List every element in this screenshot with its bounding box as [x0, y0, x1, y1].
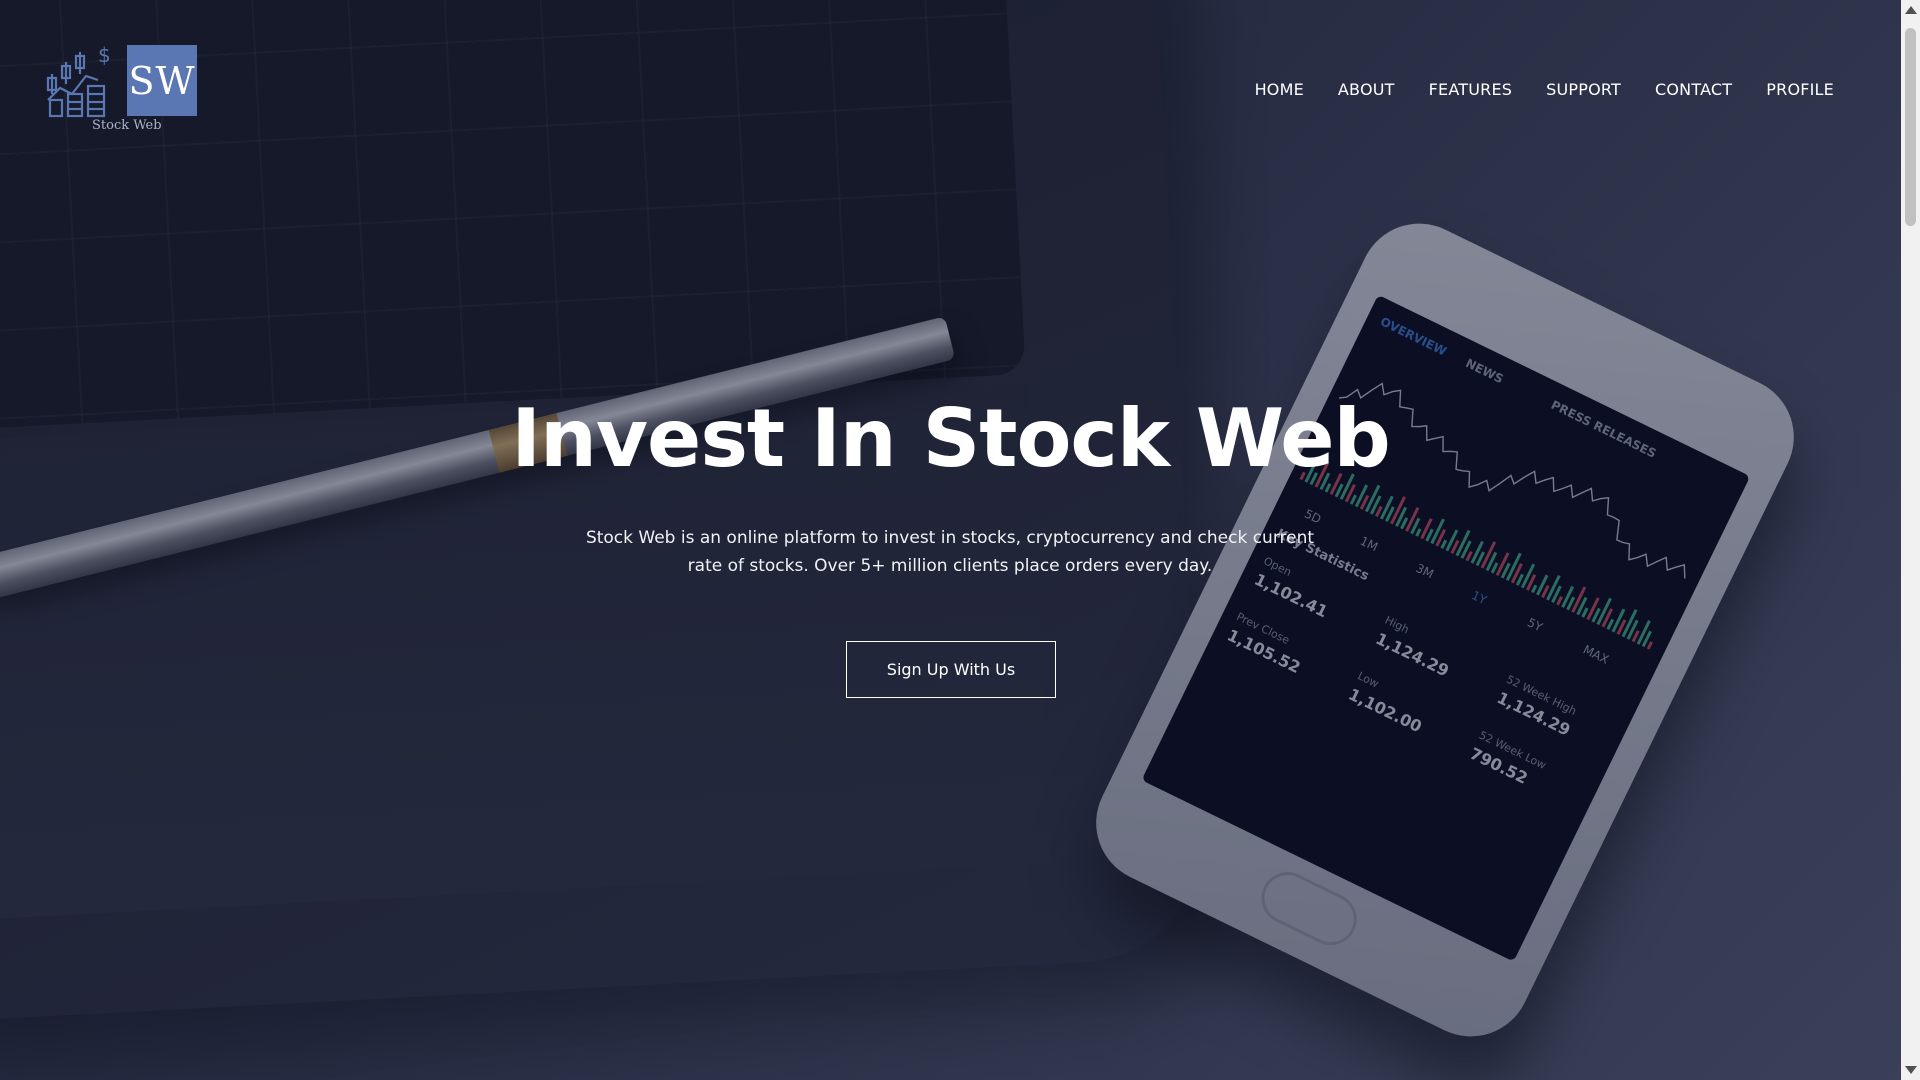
scroll-thumb[interactable] [1905, 28, 1916, 226]
scroll-up-arrow-icon[interactable] [1905, 6, 1917, 14]
hero-background: OVERVIEW NEWS PRESS RELEASES 5D 1M 3M 1Y 5Y MAX K… [0, 0, 1901, 1080]
stock-chart-icon: $ [46, 43, 111, 118]
nav-contact[interactable]: CONTACT [1655, 80, 1732, 99]
nav-about[interactable]: ABOUT [1338, 80, 1395, 99]
hero-description: Stock Web is an online platform to inves… [585, 528, 1315, 576]
nav-home[interactable]: HOME [1255, 80, 1304, 99]
nav-support[interactable]: SUPPORT [1546, 80, 1621, 99]
main-nav: HOME ABOUT FEATURES SUPPORT CONTACT PROF… [1221, 80, 1834, 99]
nav-profile[interactable]: PROFILE [1766, 80, 1834, 99]
scroll-down-arrow-icon[interactable] [1905, 1066, 1917, 1074]
nav-features[interactable]: FEATURES [1429, 80, 1512, 99]
sign-up-button[interactable]: Sign Up With Us [846, 641, 1056, 698]
site-logo[interactable]: $ SW Stock Web [44, 42, 204, 142]
logo-monogram: SW [127, 45, 197, 116]
hero-title: Invest In Stock Web [511, 392, 1391, 485]
svg-text:$: $ [98, 43, 111, 67]
page-scrollbar[interactable] [1901, 0, 1920, 1080]
logo-caption: Stock Web [92, 118, 162, 133]
